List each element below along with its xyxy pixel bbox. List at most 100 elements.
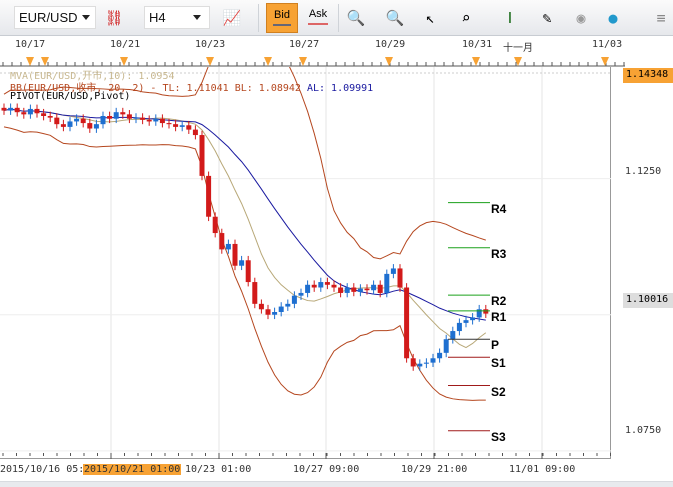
timeframe-value: H4 bbox=[149, 10, 166, 25]
candle-body bbox=[34, 108, 40, 114]
time-label: 10/23 01:00 bbox=[185, 464, 252, 475]
range-zoom-icon[interactable]: ⌕ bbox=[452, 5, 480, 31]
candle-body bbox=[463, 320, 469, 323]
pivot-label-s1: S1 bbox=[491, 356, 506, 371]
top-price-label: 1.14348 bbox=[623, 68, 673, 83]
candle-body bbox=[232, 243, 238, 266]
candle-body bbox=[173, 124, 179, 127]
candle-body bbox=[285, 303, 291, 307]
candle-body bbox=[153, 118, 159, 122]
pivot-legend: PIVOT(EUR/USD,Pivot) bbox=[10, 91, 131, 102]
event-marker-icon bbox=[514, 57, 522, 66]
candle-body bbox=[107, 116, 113, 119]
candle-body bbox=[146, 119, 152, 122]
event-marker-icon bbox=[601, 57, 609, 66]
cursor-zoom-icon[interactable]: ↖ bbox=[416, 5, 444, 31]
candle-body bbox=[377, 284, 383, 293]
candle-body bbox=[483, 309, 489, 314]
chart-plot-area[interactable]: MVA(EUR/USD,开市,10): 1.0954 BB(EUR/USD,收市… bbox=[0, 30, 611, 459]
candle-body bbox=[456, 322, 462, 332]
candle-body bbox=[87, 123, 93, 129]
price-label: 1.0750 bbox=[625, 425, 662, 436]
candle-body bbox=[54, 117, 60, 125]
event-marker-icon bbox=[120, 57, 128, 66]
chevron-down-icon[interactable] bbox=[193, 15, 201, 20]
pivot-label-r2: R2 bbox=[491, 294, 507, 309]
time-axis[interactable]: 2015/10/16 05: 2015/10/21 01:00 10/23 01… bbox=[0, 453, 625, 481]
candle-body bbox=[324, 282, 330, 285]
bid-button[interactable]: Bid bbox=[266, 3, 298, 33]
timeline-ticks bbox=[0, 57, 625, 67]
candle-body bbox=[41, 113, 47, 116]
candle-body bbox=[404, 287, 410, 359]
candle-body bbox=[67, 121, 73, 127]
indicator-icon[interactable]: 📈 bbox=[218, 5, 246, 31]
candle-body bbox=[80, 118, 86, 124]
menu-icon[interactable]: ≡ bbox=[652, 5, 670, 31]
candle-body bbox=[166, 123, 172, 125]
event-marker-icon bbox=[472, 57, 480, 66]
candle-body bbox=[179, 125, 185, 127]
unlink-icon[interactable]: ⛓ bbox=[100, 5, 128, 31]
pivot-label-r4: R4 bbox=[491, 201, 507, 216]
top-timeline[interactable]: 10/17 10/21 10/23 10/27 10/29 10/31 十一月 … bbox=[0, 36, 625, 68]
pivot-label-p: P bbox=[491, 338, 500, 353]
candle-body bbox=[239, 260, 245, 266]
pivot-label-s2: S2 bbox=[491, 384, 506, 399]
candle-body bbox=[252, 282, 258, 304]
candle-body bbox=[186, 125, 192, 130]
vertical-scale-icon[interactable]: Ⅰ bbox=[496, 5, 524, 31]
candle-body bbox=[311, 284, 317, 288]
pivot-label-r3: R3 bbox=[491, 246, 507, 261]
symbol-value: EUR/USD bbox=[19, 10, 78, 25]
candle-body bbox=[470, 317, 476, 321]
event-marker-icon bbox=[264, 57, 272, 66]
candle-body bbox=[212, 216, 218, 234]
candle-body bbox=[159, 118, 165, 124]
candle-body bbox=[351, 287, 357, 292]
candle-body bbox=[417, 363, 423, 367]
time-label: 10/29 21:00 bbox=[401, 464, 468, 475]
candle-body bbox=[113, 112, 119, 119]
candle-body bbox=[397, 268, 403, 288]
candle-body bbox=[443, 339, 449, 353]
candle-body bbox=[14, 107, 20, 113]
time-label: 11/01 09:00 bbox=[509, 464, 576, 475]
zoom-out-icon[interactable]: 🔍 bbox=[381, 5, 409, 31]
candle-body bbox=[47, 116, 53, 118]
candle-body bbox=[423, 362, 429, 364]
price-chart[interactable] bbox=[0, 30, 611, 459]
zoom-in-icon[interactable]: 🔍 bbox=[342, 5, 370, 31]
candle-body bbox=[258, 303, 264, 310]
price-axis[interactable]: 1.14348 1.1250 1.10016 1.0750 bbox=[611, 67, 673, 459]
candle-body bbox=[364, 288, 370, 291]
bb-al-text: AL: 1.09991 bbox=[306, 83, 374, 94]
eye-icon[interactable]: ◉ bbox=[567, 5, 595, 31]
candle-body bbox=[338, 287, 344, 293]
divider bbox=[258, 4, 259, 32]
bb-average-line bbox=[3, 108, 486, 321]
candle-body bbox=[437, 352, 443, 359]
chevron-down-icon[interactable] bbox=[82, 15, 90, 20]
candle-body bbox=[192, 129, 198, 136]
candle-body bbox=[219, 233, 225, 250]
candle-body bbox=[133, 117, 139, 119]
candle-body bbox=[120, 112, 126, 115]
status-bar bbox=[0, 481, 673, 487]
cursor-time-label: 2015/10/21 01:00 bbox=[83, 464, 182, 475]
candle-body bbox=[225, 243, 231, 250]
time-axis-ticks bbox=[2, 453, 611, 459]
candle-body bbox=[305, 284, 311, 293]
candle-body bbox=[371, 284, 377, 291]
candle-body bbox=[245, 260, 251, 283]
pivot-label-r1: R1 bbox=[491, 309, 507, 324]
edit-window-icon[interactable]: ✎ bbox=[533, 5, 561, 31]
event-marker-icon bbox=[385, 57, 393, 66]
candle-body bbox=[344, 287, 350, 293]
globe-icon[interactable]: ● bbox=[599, 5, 627, 31]
candle-body bbox=[298, 292, 304, 296]
price-label: 1.1250 bbox=[625, 166, 662, 177]
candle-body bbox=[140, 117, 146, 120]
ask-button[interactable]: Ask bbox=[302, 3, 334, 33]
bid-label: Bid bbox=[274, 9, 290, 21]
